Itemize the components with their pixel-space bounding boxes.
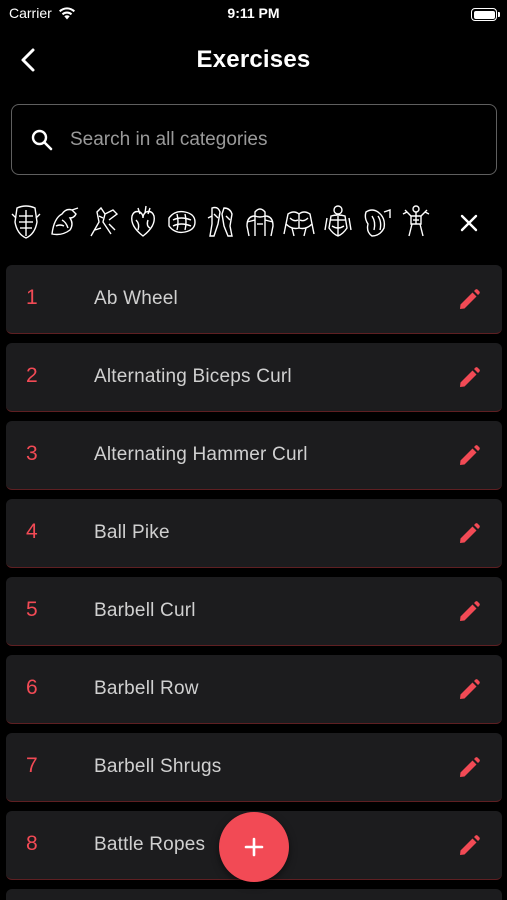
edit-button[interactable] bbox=[454, 831, 484, 861]
list-item[interactable]: 6 Barbell Row bbox=[6, 655, 502, 724]
list-item[interactable]: 3 Alternating Hammer Curl bbox=[6, 421, 502, 490]
legs-muscle-icon[interactable] bbox=[203, 202, 239, 242]
battery-icon bbox=[471, 8, 500, 21]
pencil-icon bbox=[460, 679, 480, 699]
pencil-icon bbox=[460, 367, 480, 387]
edit-button[interactable] bbox=[454, 675, 484, 705]
exercise-number: 7 bbox=[26, 754, 38, 777]
exercise-name: Battle Ropes bbox=[94, 834, 206, 855]
pencil-icon bbox=[460, 445, 480, 465]
cardio-heart-icon[interactable] bbox=[125, 202, 161, 242]
plus-icon bbox=[244, 837, 264, 857]
clear-filter-button[interactable] bbox=[452, 206, 486, 240]
biceps-muscle-icon[interactable] bbox=[47, 202, 83, 242]
exercise-name: Barbell Shrugs bbox=[94, 756, 222, 777]
chest-muscle-icon[interactable] bbox=[281, 202, 317, 242]
list-item[interactable]: 7 Barbell Shrugs bbox=[6, 733, 502, 802]
pencil-icon bbox=[460, 835, 480, 855]
pencil-icon bbox=[460, 601, 480, 621]
lats-muscle-icon[interactable] bbox=[164, 202, 200, 242]
exercise-name: Barbell Curl bbox=[94, 600, 196, 621]
edit-button[interactable] bbox=[454, 363, 484, 393]
edit-button[interactable] bbox=[454, 441, 484, 471]
exercise-number: 3 bbox=[26, 442, 38, 465]
battery-level bbox=[473, 10, 495, 19]
exercise-number: 2 bbox=[26, 364, 38, 387]
pencil-icon bbox=[460, 523, 480, 543]
back-muscle-icon[interactable] bbox=[320, 202, 356, 242]
page-title: Exercises bbox=[196, 46, 311, 73]
search-input[interactable] bbox=[70, 121, 480, 159]
abs-muscle-icon[interactable] bbox=[8, 202, 44, 242]
list-item[interactable]: 5 Barbell Curl bbox=[6, 577, 502, 646]
list-item[interactable]: 2 Alternating Biceps Curl bbox=[6, 343, 502, 412]
exercise-number: 6 bbox=[26, 676, 38, 699]
shoulders-muscle-icon[interactable] bbox=[242, 202, 278, 242]
list-item[interactable] bbox=[6, 889, 502, 900]
pencil-icon bbox=[460, 289, 480, 309]
exercise-number: 1 bbox=[26, 286, 38, 309]
add-exercise-button[interactable] bbox=[219, 812, 289, 882]
forearms-muscle-icon[interactable] bbox=[86, 202, 122, 242]
search-field[interactable] bbox=[11, 104, 497, 175]
exercises-screen: Carrier 9:11 PM Exercises Search in all … bbox=[0, 0, 507, 900]
edit-button[interactable] bbox=[454, 597, 484, 627]
edit-button[interactable] bbox=[454, 519, 484, 549]
edit-button[interactable] bbox=[454, 285, 484, 315]
exercise-number: 8 bbox=[26, 832, 38, 855]
exercise-name: Ab Wheel bbox=[94, 288, 178, 309]
search-icon bbox=[31, 129, 53, 151]
status-time: 9:11 PM bbox=[227, 5, 280, 21]
exercise-number: 5 bbox=[26, 598, 38, 621]
list-item[interactable]: 1 Ab Wheel bbox=[6, 265, 502, 334]
exercise-name: Barbell Row bbox=[94, 678, 199, 699]
triceps-muscle-icon[interactable] bbox=[359, 202, 395, 242]
exercise-name: Ball Pike bbox=[94, 522, 170, 543]
navigation-bar: Exercises bbox=[0, 36, 507, 84]
category-filter-bar bbox=[8, 200, 438, 244]
status-bar: Carrier 9:11 PM bbox=[0, 0, 507, 28]
edit-button[interactable] bbox=[454, 753, 484, 783]
exercise-name: Alternating Biceps Curl bbox=[94, 366, 292, 387]
exercise-number: 4 bbox=[26, 520, 38, 543]
exercise-name: Alternating Hammer Curl bbox=[94, 444, 308, 465]
close-icon bbox=[460, 214, 478, 232]
list-item[interactable]: 4 Ball Pike bbox=[6, 499, 502, 568]
full-body-icon[interactable] bbox=[398, 202, 434, 242]
pencil-icon bbox=[460, 757, 480, 777]
